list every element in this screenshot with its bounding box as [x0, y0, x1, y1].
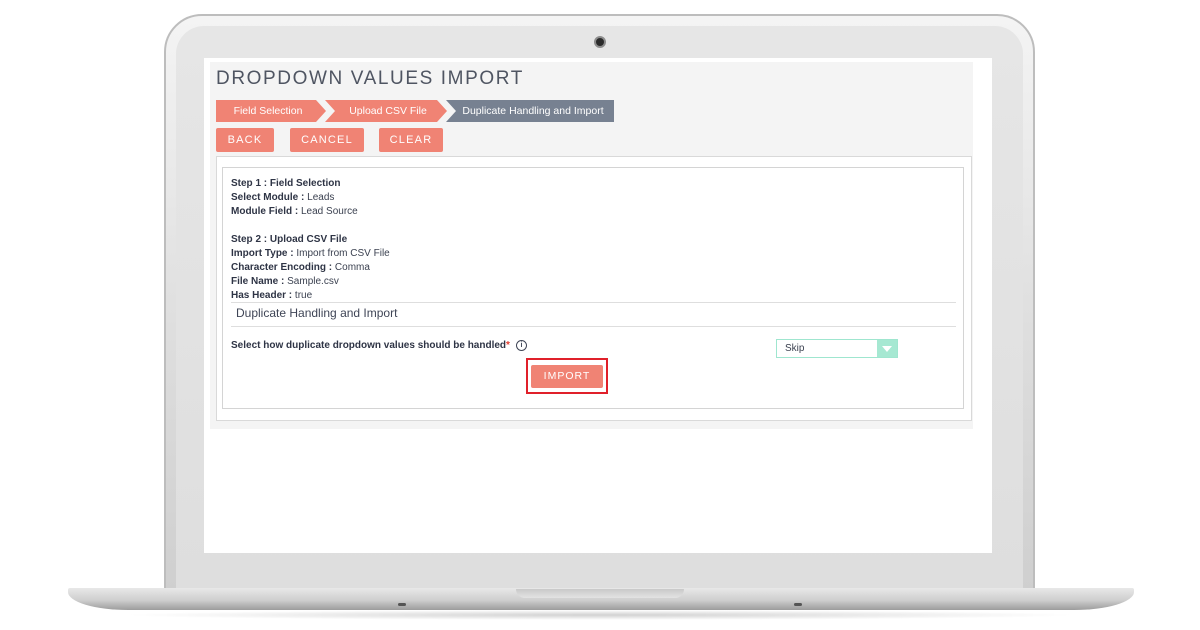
duplicate-section-title: Duplicate Handling and Import: [236, 306, 398, 320]
file-name-label: File Name :: [231, 276, 285, 287]
step2-heading: Step 2 : Upload CSV File: [231, 234, 348, 245]
has-header-line: Has Header : true: [231, 290, 312, 302]
character-encoding-value: Comma: [334, 262, 370, 273]
webcam-icon: [594, 36, 606, 48]
step1-heading: Step 1 : Field Selection: [231, 178, 341, 189]
step-duplicate-handling[interactable]: Duplicate Handling and Import: [446, 100, 614, 122]
step-upload-csv-file[interactable]: Upload CSV File: [325, 100, 447, 122]
section-divider-top: [231, 302, 956, 303]
laptop-foot-left: [398, 603, 406, 606]
import-type-value: Import from CSV File: [296, 248, 390, 259]
file-name-line: File Name : Sample.csv: [231, 276, 339, 288]
chevron-down-icon[interactable]: [877, 340, 897, 357]
select-module-value: Leads: [307, 192, 335, 203]
module-field-label: Module Field :: [231, 206, 299, 217]
select-module-line: Select Module : Leads: [231, 192, 334, 204]
module-field-value: Lead Source: [301, 206, 358, 217]
back-button[interactable]: BACK: [216, 128, 274, 152]
section-divider-bottom: [231, 326, 956, 327]
laptop-base-notch: [516, 589, 684, 598]
import-panel: DROPDOWN VALUES IMPORT Field Selection U…: [210, 62, 973, 429]
laptop-shadow: [120, 610, 1080, 620]
import-type-line: Import Type : Import from CSV File: [231, 248, 390, 260]
select-module-label: Select Module :: [231, 192, 305, 203]
laptop-screen: DROPDOWN VALUES IMPORT Field Selection U…: [204, 58, 992, 553]
info-circle-icon[interactable]: i: [515, 340, 527, 351]
character-encoding-line: Character Encoding : Comma: [231, 262, 370, 274]
page-title: DROPDOWN VALUES IMPORT: [216, 68, 524, 89]
has-header-label: Has Header :: [231, 290, 293, 301]
character-encoding-label: Character Encoding :: [231, 262, 333, 273]
required-asterisk: *: [506, 340, 510, 352]
cancel-button[interactable]: CANCEL: [290, 128, 364, 152]
step-field-selection[interactable]: Field Selection: [216, 100, 326, 122]
content-container: Step 1 : Field Selection Select Module :…: [216, 156, 972, 421]
has-header-value: true: [294, 290, 313, 301]
laptop-foot-right: [794, 603, 802, 606]
file-name-value: Sample.csv: [287, 276, 339, 287]
module-field-line: Module Field : Lead Source: [231, 206, 358, 218]
select-value: Skip: [785, 343, 805, 354]
duplicate-handling-label: Select how duplicate dropdown values sho…: [231, 340, 527, 351]
summary-panel: Step 1 : Field Selection Select Module :…: [222, 167, 964, 409]
clear-button[interactable]: CLEAR: [379, 128, 443, 152]
import-type-label: Import Type :: [231, 248, 294, 259]
import-button[interactable]: IMPORT: [531, 365, 603, 388]
duplicate-handling-select[interactable]: Skip: [776, 339, 898, 358]
